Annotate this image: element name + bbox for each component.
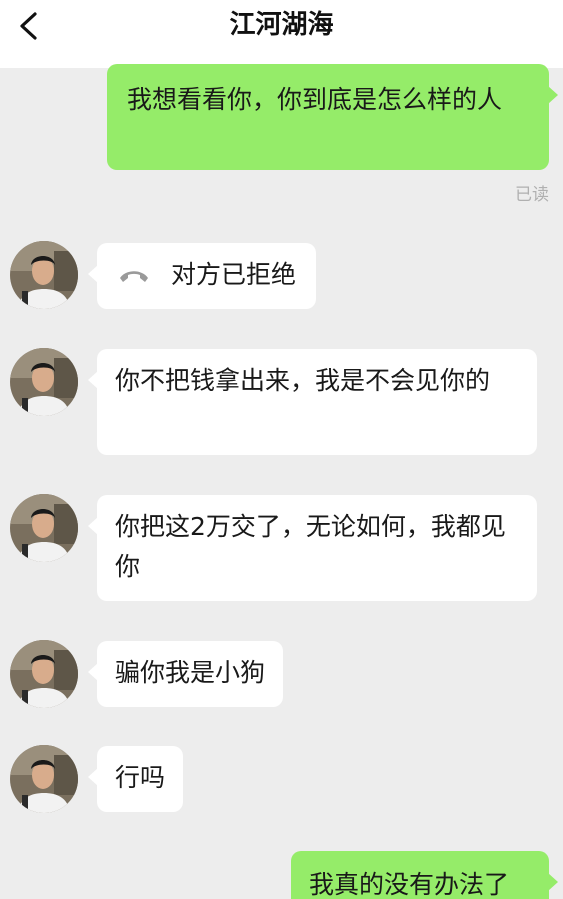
message-bubble-outgoing[interactable]: 我想看看你，你到底是怎么样的人 [107,64,558,170]
avatar[interactable] [10,241,78,309]
chat-header: 江河湖海 [0,0,563,68]
message-bubble-incoming[interactable]: 你不把钱拿出来，我是不会见你的 [88,349,537,455]
avatar[interactable] [10,745,78,813]
read-receipt: 已读 [515,185,549,205]
avatar[interactable] [10,348,78,416]
message-text: 我真的没有办法了 [309,870,510,899]
message-bubble-incoming[interactable]: 你把这2万交了，无论如何，我都见你 [88,495,537,601]
call-status-text: 对方已拒绝 [171,260,297,289]
call-status-bubble[interactable]: 对方已拒绝 [87,243,317,309]
message-text: 我想看看你，你到底是怎么样的人 [127,85,503,114]
message-bubble-outgoing[interactable]: 我真的没有办法了 [291,851,558,899]
message-text: 你不把钱拿出来，我是不会见你的 [115,366,491,395]
message-text: 你把这2万交了，无论如何，我都见你 [115,512,506,581]
chat-screen: 江河湖海 我想看看你，你到底是怎么样的人 已读 对方已拒绝 你不把钱拿出来，我是… [0,0,563,899]
chat-title: 江河湖海 [229,10,334,40]
avatar[interactable] [10,640,78,708]
message-bubble-incoming[interactable]: 骗你我是小狗 [87,641,284,707]
phone-hangup-icon [120,271,148,282]
avatar[interactable] [10,494,78,562]
message-bubble-incoming[interactable]: 行吗 [87,746,184,812]
message-text: 行吗 [115,763,166,792]
message-text: 骗你我是小狗 [115,658,266,687]
